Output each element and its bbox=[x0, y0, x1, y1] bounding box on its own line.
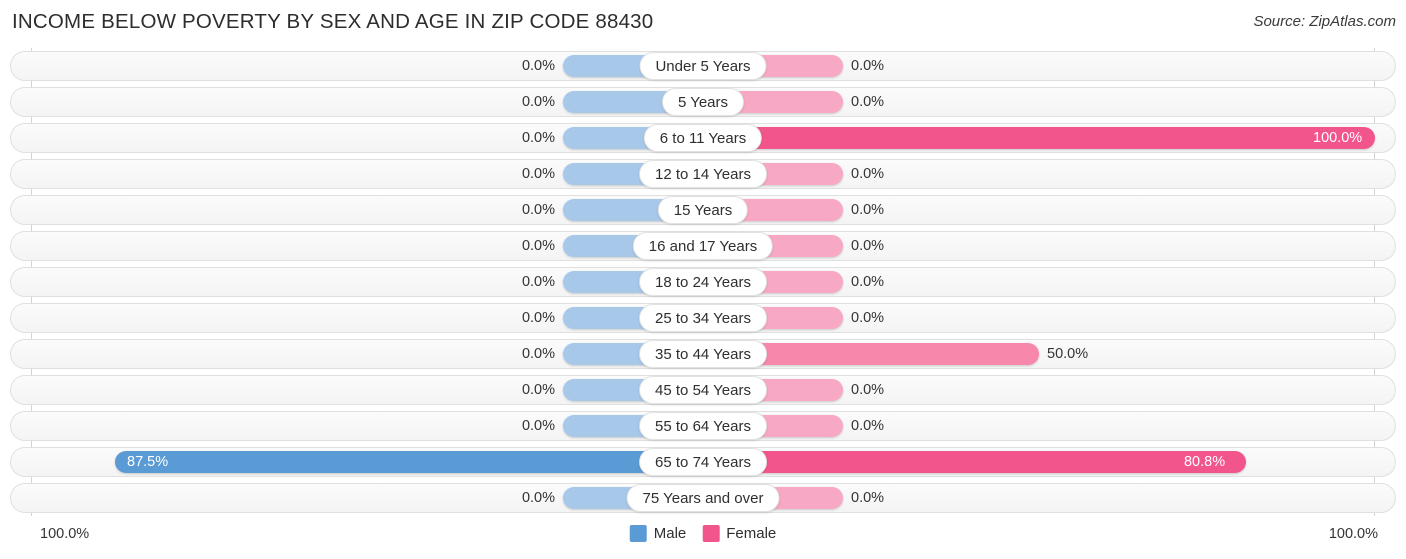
bar-row: 0.0% 0.0% 15 Years bbox=[0, 192, 1406, 228]
chart-footer: 100.0% 100.0% Male Female bbox=[0, 516, 1406, 559]
bar-value-female: 0.0% bbox=[851, 238, 885, 254]
axis-label-right-max: 100.0% bbox=[1328, 526, 1378, 542]
bar-row: 87.5% 80.8% 65 to 74 Years bbox=[0, 444, 1406, 480]
legend: Male Female bbox=[629, 525, 776, 542]
legend-label-female: Female bbox=[726, 525, 777, 542]
category-label-pill: 45 to 54 Years bbox=[639, 376, 767, 404]
category-label-pill: 75 Years and over bbox=[626, 484, 780, 512]
bar-row: 0.0% 0.0% 45 to 54 Years bbox=[0, 372, 1406, 408]
bar-value-male: 87.5% bbox=[127, 454, 169, 470]
bar-row: 0.0% 0.0% Under 5 Years bbox=[0, 48, 1406, 84]
bar-value-male: 0.0% bbox=[521, 346, 555, 362]
bar-value-male: 0.0% bbox=[521, 202, 555, 218]
bar-row: 0.0% 0.0% 18 to 24 Years bbox=[0, 264, 1406, 300]
bar-row: 0.0% 0.0% 75 Years and over bbox=[0, 480, 1406, 516]
bar-value-female: 0.0% bbox=[851, 382, 885, 398]
bar-male bbox=[115, 451, 703, 473]
bar-value-female: 0.0% bbox=[851, 310, 885, 326]
bar-value-female: 0.0% bbox=[851, 490, 885, 506]
bar-value-female: 0.0% bbox=[851, 202, 885, 218]
bar-female bbox=[703, 451, 1246, 473]
bar-row: 0.0% 0.0% 25 to 34 Years bbox=[0, 300, 1406, 336]
bar-value-male: 0.0% bbox=[521, 58, 555, 74]
category-label-pill: 15 Years bbox=[657, 196, 749, 224]
chart-header: INCOME BELOW POVERTY BY SEX AND AGE IN Z… bbox=[0, 0, 1406, 44]
category-label-pill: 65 to 74 Years bbox=[639, 448, 767, 476]
bar-value-female: 80.8% bbox=[1183, 454, 1226, 470]
bar-value-male: 0.0% bbox=[521, 274, 555, 290]
bar-row: 0.0% 0.0% 5 Years bbox=[0, 84, 1406, 120]
bar-female bbox=[703, 127, 1375, 149]
bar-value-male: 0.0% bbox=[521, 238, 555, 254]
bar-row: 0.0% 50.0% 35 to 44 Years bbox=[0, 336, 1406, 372]
chart-container: INCOME BELOW POVERTY BY SEX AND AGE IN Z… bbox=[0, 0, 1406, 559]
category-label-pill: 5 Years bbox=[661, 88, 745, 116]
category-label-pill: 18 to 24 Years bbox=[639, 268, 767, 296]
bar-row: 0.0% 0.0% 12 to 14 Years bbox=[0, 156, 1406, 192]
bar-value-female: 0.0% bbox=[851, 274, 885, 290]
bar-value-female: 0.0% bbox=[851, 166, 885, 182]
category-label-pill: 16 and 17 Years bbox=[632, 232, 774, 260]
bar-value-female: 0.0% bbox=[851, 418, 885, 434]
bar-value-male: 0.0% bbox=[521, 94, 555, 110]
bar-value-male: 0.0% bbox=[521, 166, 555, 182]
category-label-pill: 55 to 64 Years bbox=[639, 412, 767, 440]
category-label-pill: 12 to 14 Years bbox=[639, 160, 767, 188]
bar-value-male: 0.0% bbox=[521, 490, 555, 506]
bar-value-female: 0.0% bbox=[851, 94, 885, 110]
bar-row-list: 0.0% 0.0% Under 5 Years 0.0% 0.0% 5 Years 0.0%… bbox=[0, 48, 1406, 516]
legend-label-male: Male bbox=[653, 525, 687, 542]
legend-swatch-male-icon bbox=[629, 525, 647, 542]
bar-value-male: 0.0% bbox=[521, 310, 555, 326]
bar-value-male: 0.0% bbox=[521, 130, 555, 146]
bar-value-female: 50.0% bbox=[1047, 346, 1089, 362]
legend-item-female[interactable]: Female bbox=[702, 525, 776, 542]
bar-row: 0.0% 100.0% 6 to 11 Years bbox=[0, 120, 1406, 156]
bar-value-female: 100.0% bbox=[1313, 130, 1363, 146]
category-label-pill: 35 to 44 Years bbox=[639, 340, 767, 368]
axis-label-left-max: 100.0% bbox=[40, 526, 90, 542]
plot-area: 0.0% 0.0% Under 5 Years 0.0% 0.0% 5 Years 0.0%… bbox=[0, 48, 1406, 516]
bar-row: 0.0% 0.0% 16 and 17 Years bbox=[0, 228, 1406, 264]
category-label-pill: 25 to 34 Years bbox=[639, 304, 767, 332]
source-attribution: Source: ZipAtlas.com bbox=[1253, 13, 1396, 30]
page-title: INCOME BELOW POVERTY BY SEX AND AGE IN Z… bbox=[12, 10, 654, 33]
bar-row: 0.0% 0.0% 55 to 64 Years bbox=[0, 408, 1406, 444]
category-label-pill: 6 to 11 Years bbox=[643, 124, 763, 152]
bar-value-female: 0.0% bbox=[851, 58, 885, 74]
bar-value-male: 0.0% bbox=[521, 418, 555, 434]
category-label-pill: Under 5 Years bbox=[639, 52, 767, 80]
legend-item-male[interactable]: Male bbox=[629, 525, 687, 542]
bar-value-male: 0.0% bbox=[521, 382, 555, 398]
legend-swatch-female-icon bbox=[702, 525, 720, 542]
